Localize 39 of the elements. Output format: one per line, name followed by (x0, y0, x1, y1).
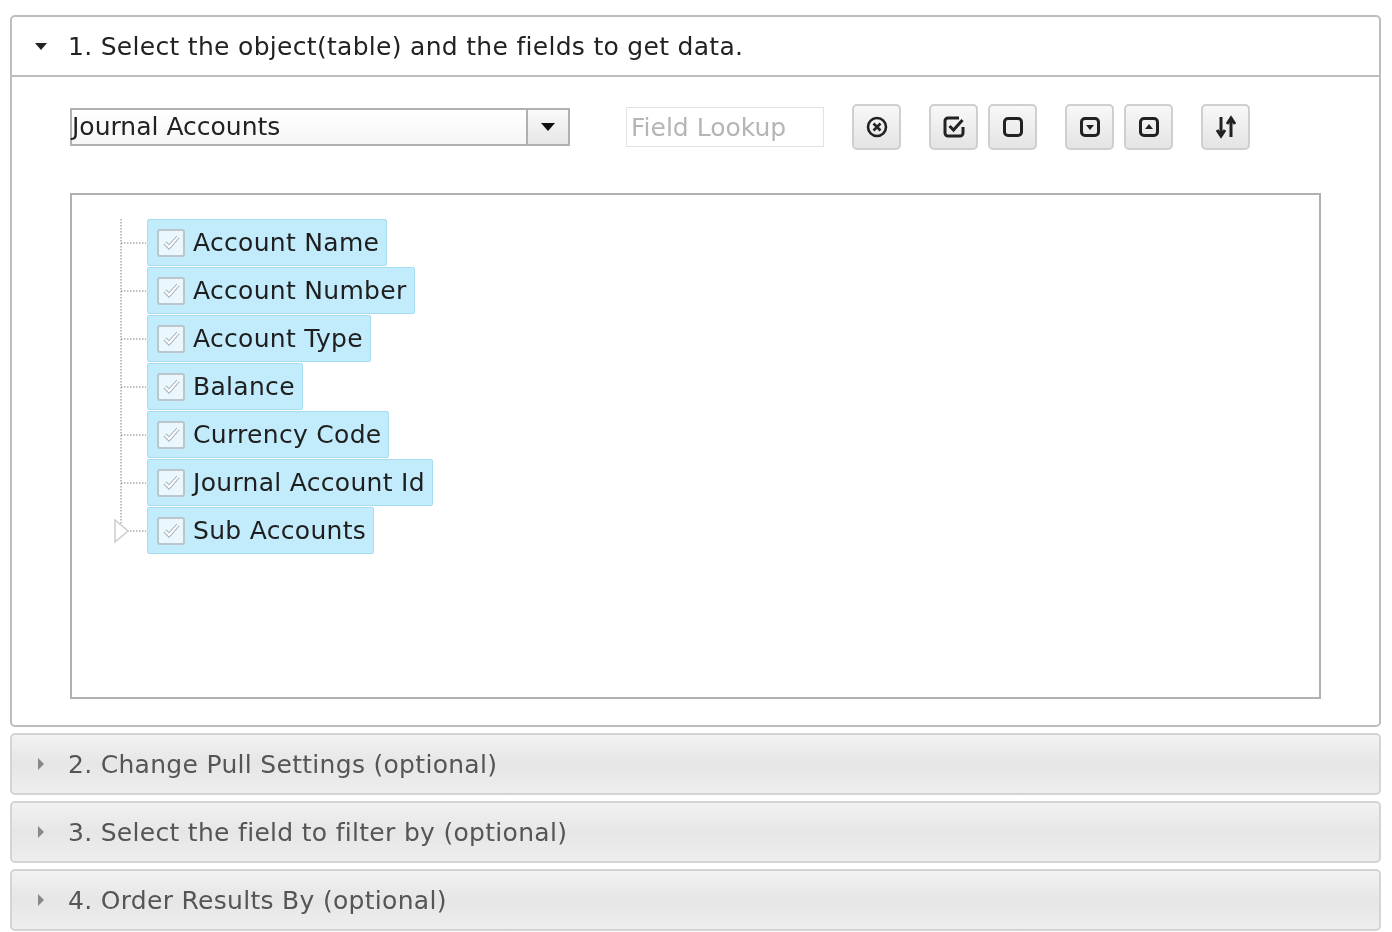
field-tree-item[interactable]: Balance (147, 363, 303, 410)
section-title[interactable]: 2. Change Pull Settings (optional) (68, 749, 498, 779)
tree-connector-line (120, 363, 146, 411)
object-dropdown[interactable]: Journal Accounts (70, 108, 570, 146)
checkbox[interactable] (157, 420, 185, 449)
clear-icon (864, 115, 889, 139)
checkbox-checked-icon (941, 115, 966, 139)
checkbox-checked-button[interactable] (929, 104, 978, 150)
section-title[interactable]: 3. Select the field to filter by (optional) (68, 817, 568, 847)
clear-button[interactable] (852, 104, 901, 150)
checkbox[interactable] (157, 228, 185, 257)
field-lookup-input[interactable]: Field Lookup (626, 107, 824, 147)
checkbox[interactable] (157, 516, 185, 545)
field-tree-item[interactable]: Currency Code (147, 411, 390, 458)
field-tree-item[interactable]: Sub Accounts (147, 507, 375, 554)
tree-connector-line (120, 267, 146, 315)
tree-connector-line (120, 219, 146, 267)
caret-icon (541, 123, 555, 131)
expand-arrow-icon[interactable] (114, 519, 130, 543)
checkbox-empty-icon (1000, 115, 1025, 139)
field-tree-item[interactable]: Account Number (147, 267, 415, 314)
field-tree-item[interactable]: Journal Account Id (147, 459, 433, 506)
tree-connector-line (120, 315, 146, 363)
checkbox[interactable] (157, 372, 185, 401)
checkbox-empty-button[interactable] (988, 104, 1037, 150)
expand-up-button[interactable] (1124, 104, 1173, 150)
checkbox[interactable] (157, 324, 185, 353)
collapse-down-icon (1077, 115, 1102, 139)
field-tree-item[interactable]: Account Name (147, 219, 388, 266)
sort-arrows-icon (1213, 115, 1238, 139)
sort-arrows-button[interactable] (1201, 104, 1250, 150)
section-title[interactable]: 4. Order Results By (optional) (68, 885, 447, 915)
tree-connector-line (120, 411, 146, 459)
expand-up-icon (1136, 115, 1161, 139)
checkbox[interactable] (157, 468, 185, 497)
field-tree-item[interactable]: Account Type (147, 315, 371, 362)
checkbox[interactable] (157, 276, 185, 305)
section-title[interactable]: 1. Select the object(table) and the fields to get data. (68, 31, 744, 61)
collapse-down-button[interactable] (1065, 104, 1114, 150)
